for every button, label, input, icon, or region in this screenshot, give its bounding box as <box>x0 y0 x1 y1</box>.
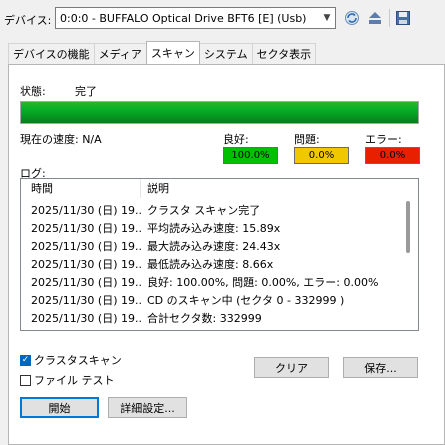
advanced-settings-button[interactable]: 詳細設定... <box>108 397 187 418</box>
log-row[interactable]: 2025/11/30 (日) 19... 最大読み込み速度: 24.43x <box>21 237 402 255</box>
log-rows: 2025/11/30 (日) 19... クラスタ スキャン完了 2025/11/3… <box>21 201 402 327</box>
tab-label: セクタ表示 <box>256 48 312 61</box>
log-row-time: 2025/11/30 (日) 19... <box>31 312 141 325</box>
log-scrollbar[interactable] <box>406 201 410 253</box>
status-value: 完了 <box>75 85 97 98</box>
log-row-time: 2025/11/30 (日) 19... <box>31 294 141 307</box>
current-speed: 現在の速度: N/A <box>20 133 102 146</box>
log-row-time: 2025/11/30 (日) 19... <box>31 240 141 253</box>
log-header: 時間 説明 <box>21 179 402 198</box>
problem-label: 問題: <box>294 133 320 146</box>
tab-scan[interactable]: スキャン <box>145 41 200 64</box>
log-row[interactable]: 2025/11/30 (日) 19... 最低読み込み速度: 8.66x <box>21 255 402 273</box>
tab-bar: デバイスの機能 メディア スキャン システム セクタ表示 <box>8 41 317 65</box>
log-row-description: 最低読み込み速度: 8.66x <box>147 258 274 271</box>
log-row[interactable]: 2025/11/30 (日) 19... 平均読み込み速度: 15.89x <box>21 219 402 237</box>
clear-button[interactable]: クリア <box>254 357 329 378</box>
tab-label: デバイスの機能 <box>13 48 90 61</box>
log-row[interactable]: 2025/11/30 (日) 19... CD のスキャン中 (セクタ 0 - 3… <box>21 291 402 309</box>
log-row[interactable]: 2025/11/30 (日) 19... 合計セクタ数: 332999 <box>21 309 402 327</box>
status-label: 状態: <box>20 85 46 98</box>
cluster-scan-label: クラスタスキャン <box>34 354 122 367</box>
tab-device-capabilities[interactable]: デバイスの機能 <box>8 43 95 64</box>
log-row[interactable]: 2025/11/30 (日) 19... 良好: 100.00%, 問題: 0.0… <box>21 273 402 291</box>
progress-fill <box>21 102 418 123</box>
column-header-time[interactable]: 時間 <box>21 179 141 198</box>
scan-progress-bar <box>20 101 419 124</box>
log-row-time: 2025/11/30 (日) 19... <box>31 276 141 289</box>
file-test-label: ファイル テスト <box>34 374 115 387</box>
tab-label: スキャン <box>150 47 195 60</box>
eject-icon[interactable] <box>366 9 384 27</box>
tab-media[interactable]: メディア <box>93 43 147 64</box>
log-row-description: クラスタ スキャン完了 <box>147 204 261 217</box>
log-row[interactable]: 2025/11/30 (日) 19... クラスタ スキャン完了 <box>21 201 402 219</box>
save-icon[interactable] <box>394 9 412 27</box>
log-list[interactable]: 時間 説明 2025/11/30 (日) 19... クラスタ スキャン完了 202… <box>20 178 419 331</box>
error-meter: 0.0% <box>365 147 420 164</box>
tab-label: メディア <box>98 48 142 61</box>
log-row-time: 2025/11/30 (日) 19... <box>31 258 141 271</box>
log-row-description: 良好: 100.00%, 問題: 0.00%, エラー: 0.00% <box>147 276 379 289</box>
log-row-description: 合計セクタ数: 332999 <box>147 312 262 325</box>
cluster-scan-checkbox[interactable]: ✓ クラスタスキャン <box>20 352 122 368</box>
log-row-description: CD のスキャン中 (セクタ 0 - 332999 ) <box>147 294 345 307</box>
column-header-description[interactable]: 説明 <box>141 179 402 198</box>
tab-system[interactable]: システム <box>198 43 253 64</box>
log-row-time: 2025/11/30 (日) 19... <box>31 204 141 217</box>
toolbar-divider <box>389 9 390 27</box>
log-row-description: 平均読み込み速度: 15.89x <box>147 222 281 235</box>
tab-label: システム <box>203 48 248 61</box>
file-test-checkbox[interactable]: ファイル テスト <box>20 372 115 388</box>
start-button[interactable]: 開始 <box>20 397 99 418</box>
cluster-scan-box[interactable]: ✓ <box>20 354 31 366</box>
file-test-box[interactable] <box>20 374 31 386</box>
device-dropdown[interactable]: 0:0:0 - BUFFALO Optical Drive BFT6 [E] (… <box>55 7 336 29</box>
error-label: エラー: <box>365 133 402 146</box>
tab-sector-view[interactable]: セクタ表示 <box>251 43 317 64</box>
good-label: 良好: <box>223 133 249 146</box>
good-value: 100.0% <box>231 150 270 161</box>
chevron-down-icon: ▼ <box>323 13 331 23</box>
save-button[interactable]: 保存... <box>343 357 418 378</box>
good-meter: 100.0% <box>223 147 278 164</box>
log-row-time: 2025/11/30 (日) 19... <box>31 222 141 235</box>
log-row-description: 最大読み込み速度: 24.43x <box>147 240 281 253</box>
device-selected-value: 0:0:0 - BUFFALO Optical Drive BFT6 [E] (… <box>60 11 307 25</box>
problem-value: 0.0% <box>308 150 335 161</box>
device-label: デバイス: <box>4 14 52 27</box>
problem-meter: 0.0% <box>294 147 349 164</box>
refresh-icon[interactable] <box>343 9 361 27</box>
error-value: 0.0% <box>379 150 406 161</box>
